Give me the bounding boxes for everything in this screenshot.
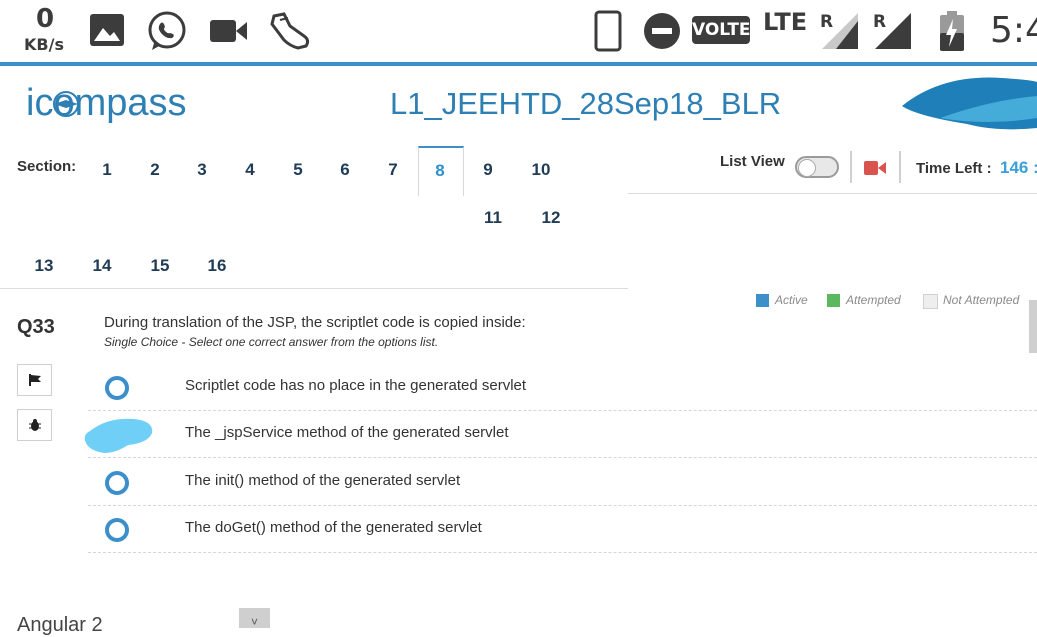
option-2[interactable]: The _jspService method of the generated … <box>88 410 1037 458</box>
exam-title: L1_JEEHTD_28Sep18_BLR <box>390 86 782 121</box>
controls-divider <box>628 193 1037 194</box>
signal-icon <box>822 13 858 49</box>
legend-attempted-swatch <box>827 294 840 307</box>
brand-wave-graphic <box>902 77 1037 130</box>
divider <box>850 151 852 183</box>
video-camera-icon[interactable] <box>864 160 886 176</box>
logo-text: icompass <box>26 82 187 124</box>
section-tab-4[interactable]: 4 <box>235 160 265 180</box>
marker-scribble <box>84 418 153 453</box>
legend-active-label: Active <box>775 293 808 307</box>
section-tab-10[interactable]: 10 <box>526 160 556 180</box>
section-tab-9[interactable]: 9 <box>473 160 503 180</box>
section-label: Section: <box>17 158 77 175</box>
option-radio[interactable] <box>105 376 129 400</box>
scrollbar-thumb[interactable] <box>1029 300 1037 353</box>
list-view-toggle[interactable] <box>795 156 839 178</box>
question-hint: Single Choice - Select one correct answe… <box>104 335 439 349</box>
legend-not-attempted-swatch <box>923 294 938 309</box>
legend-attempted-label: Attempted <box>846 293 901 307</box>
battery-icon <box>940 11 964 51</box>
volte-badge: VOLTE <box>692 16 751 44</box>
question-number: Q33 <box>17 316 55 338</box>
time-left-label: Time Left : <box>916 160 992 177</box>
flag-icon <box>28 374 41 386</box>
network-speed-value: 0 <box>36 4 55 34</box>
section-tab-13[interactable]: 13 <box>29 256 59 276</box>
option-label: The init() method of the generated servl… <box>185 472 461 489</box>
section-nav-divider <box>0 288 628 289</box>
bug-icon <box>28 419 41 431</box>
image-icon <box>90 14 124 46</box>
option-label: The _jspService method of the generated … <box>185 424 509 441</box>
legend-not-attempted-label: Not Attempted <box>943 293 1020 307</box>
chevron-down-icon: ˅ <box>250 615 258 629</box>
section-tab-12[interactable]: 12 <box>536 208 566 228</box>
report-bug-button[interactable] <box>17 409 52 441</box>
option-radio[interactable] <box>105 518 129 542</box>
section-tab-2[interactable]: 2 <box>140 160 170 180</box>
section-tab-16[interactable]: 16 <box>202 256 232 276</box>
divider <box>899 151 901 183</box>
clock: 5:4 <box>990 10 1037 51</box>
question-text: During translation of the JSP, the scrip… <box>104 314 526 331</box>
section-tab-8[interactable]: 8 <box>425 161 455 181</box>
section-tab-14[interactable]: 14 <box>87 256 117 276</box>
do-not-disturb-icon <box>644 13 680 49</box>
next-section-title: Angular 2 <box>17 614 103 636</box>
section-tab-1[interactable]: 1 <box>92 160 122 180</box>
list-view-label: List View <box>720 153 785 170</box>
whatsapp-icon <box>148 11 186 50</box>
lte-label: LTE <box>763 8 808 36</box>
section-tab-3[interactable]: 3 <box>187 160 217 180</box>
status-bar: 0 KB/s VOLTE LTE R R 5:4 <box>0 0 1037 62</box>
option-label: Scriptlet code has no place in the gener… <box>185 377 527 394</box>
sneaker-icon <box>270 12 310 50</box>
phone-icon <box>594 10 622 52</box>
video-camera-icon <box>210 20 247 42</box>
header-accent-line <box>0 62 1037 66</box>
flag-button[interactable] <box>17 364 52 396</box>
signal-icon <box>875 13 911 49</box>
legend-active-swatch <box>756 294 769 307</box>
expand-section-button[interactable]: ˅ <box>239 608 270 629</box>
option-4[interactable]: The doGet() method of the generated serv… <box>88 505 1037 553</box>
network-speed-unit: KB/s <box>24 35 64 54</box>
option-1[interactable]: Scriptlet code has no place in the gener… <box>88 363 1037 411</box>
section-tab-6[interactable]: 6 <box>330 160 360 180</box>
option-label: The doGet() method of the generated serv… <box>185 519 482 536</box>
section-tab-15[interactable]: 15 <box>145 256 175 276</box>
section-tab-7[interactable]: 7 <box>378 160 408 180</box>
option-radio[interactable] <box>105 471 129 495</box>
section-tab-11[interactable]: 11 <box>478 208 508 228</box>
section-tab-5[interactable]: 5 <box>283 160 313 180</box>
toggle-knob <box>798 159 816 177</box>
time-left-value: 146 : <box>1000 158 1037 177</box>
option-3[interactable]: The init() method of the generated servl… <box>88 458 1037 506</box>
